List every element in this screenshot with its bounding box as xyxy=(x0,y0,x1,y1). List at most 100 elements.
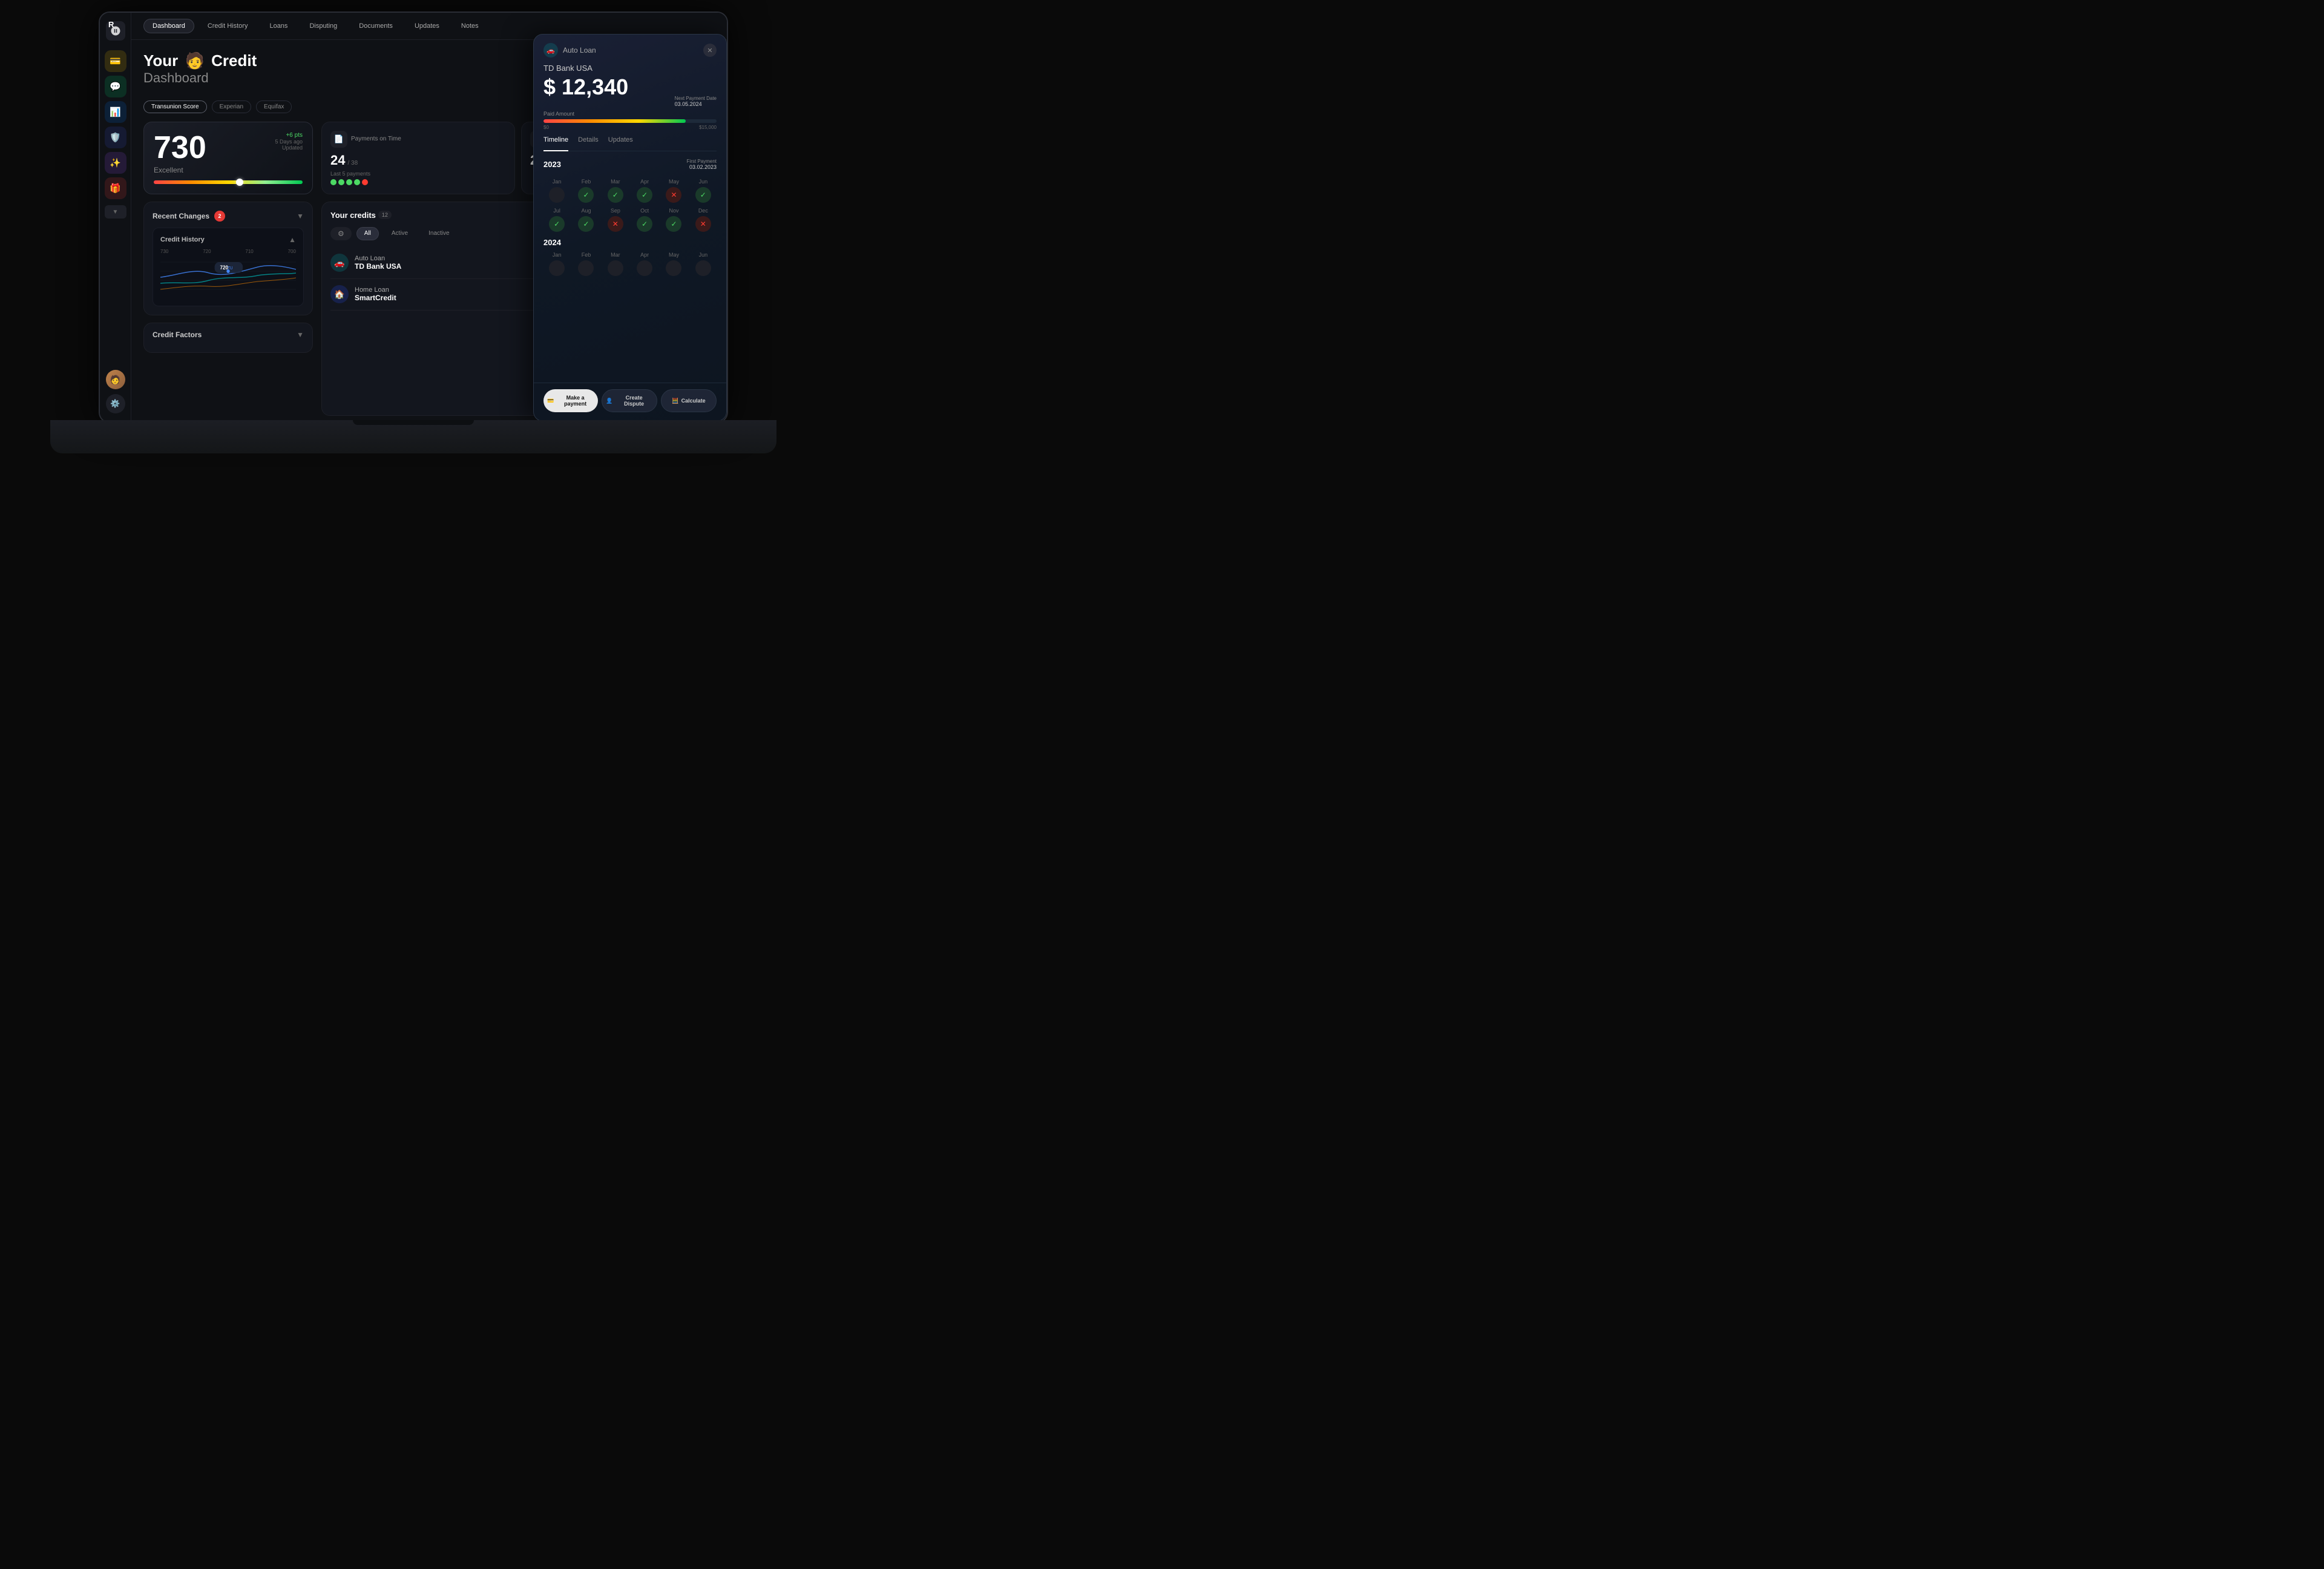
check-jul-2023: ✓ xyxy=(549,216,565,232)
nav-tab-updates[interactable]: Updates xyxy=(406,19,448,33)
recent-changes-card: Recent Changes 2 ▼ Credit History xyxy=(143,202,313,315)
payments-label: Payments on Time xyxy=(351,136,401,142)
credits-tab-inactive[interactable]: Inactive xyxy=(421,227,457,240)
check-dec-2023: ✕ xyxy=(695,216,711,232)
check-nov-2023: ✓ xyxy=(666,216,681,232)
status-row-2: ✓ ✓ ✕ ✓ ✓ ✕ xyxy=(543,216,717,232)
recent-changes-badge: 2 xyxy=(214,211,225,222)
months-header-2024: Jan Feb Mar Apr May Jun xyxy=(543,252,717,258)
credit-factors-card: Credit Factors ▼ xyxy=(143,323,313,353)
chart-label-700: 700 xyxy=(288,249,296,254)
home-loan-icon: 🏠 xyxy=(330,285,349,303)
recent-changes-expand[interactable]: ▼ xyxy=(297,212,304,220)
settings-icon[interactable]: ⚙️ xyxy=(106,394,125,413)
payments-dots-label: Last 5 payments xyxy=(330,171,506,177)
chip-experian[interactable]: Experian xyxy=(212,100,251,113)
page-title: Your 🧑 Credit xyxy=(143,52,257,70)
payment-dots xyxy=(330,179,506,185)
chart-label-730: 730 xyxy=(160,249,168,254)
check-feb-2024 xyxy=(578,260,594,276)
check-may-2023: ✕ xyxy=(666,187,681,203)
check-jan-2023 xyxy=(549,187,565,203)
avatar[interactable]: 🧑 xyxy=(106,370,125,389)
credits-tab-active[interactable]: Active xyxy=(384,227,416,240)
nav-tab-dashboard[interactable]: Dashboard xyxy=(143,19,194,33)
months-header-2: Jul Aug Sep Oct Nov Dec xyxy=(543,208,717,214)
filter-icon-button[interactable]: ⚙ xyxy=(330,227,352,240)
nav-tab-documents[interactable]: Documents xyxy=(350,19,401,33)
make-payment-icon: 💳 xyxy=(547,398,554,404)
progress-start: $0 xyxy=(543,125,549,130)
progress-end: $15,000 xyxy=(699,125,717,130)
overlay-icon: 🚗 xyxy=(543,43,558,58)
nav-tab-loans[interactable]: Loans xyxy=(261,19,296,33)
payments-value: 24 xyxy=(330,153,345,168)
chip-transunion[interactable]: Transunion Score xyxy=(143,100,207,113)
timeline-tab-updates[interactable]: Updates xyxy=(608,136,633,146)
next-payment-label: Next Payment Date xyxy=(675,96,717,101)
laptop-screen: R 💳 💬 📊 🛡️ ✨ 🎁 ▼ xyxy=(99,12,728,423)
nav-tab-disputing[interactable]: Disputing xyxy=(301,19,346,33)
app-logo: R xyxy=(108,20,114,29)
overlay-bank-name: TD Bank USA xyxy=(534,64,726,73)
check-mar-2023: ✓ xyxy=(608,187,623,203)
check-apr-2023: ✓ xyxy=(637,187,652,203)
sidebar-icon-chart[interactable]: 📊 xyxy=(105,101,126,123)
dot-3 xyxy=(346,179,352,185)
sidebar-icon-gift[interactable]: 🎁 xyxy=(105,177,126,199)
dot-1 xyxy=(330,179,336,185)
chip-equifax[interactable]: Equifax xyxy=(256,100,292,113)
sidebar-icon-star[interactable]: ✨ xyxy=(105,152,126,174)
close-button[interactable]: ✕ xyxy=(703,44,717,57)
score-pts: +6 pts xyxy=(275,132,303,139)
recent-changes-title: Recent Changes xyxy=(153,212,209,220)
payments-on-time-card: 📄 Payments on Time 24 / 38 Last 5 paymen… xyxy=(321,122,515,194)
create-dispute-label: Create Dispute xyxy=(615,395,653,407)
credit-factors-title: Credit Factors xyxy=(153,331,202,339)
timeline-tab-details[interactable]: Details xyxy=(578,136,599,146)
make-payment-button[interactable]: 💳 Make a payment xyxy=(543,389,598,412)
auto-loan-icon: 🚗 xyxy=(330,254,349,272)
calculate-button[interactable]: 🧮 Calculate xyxy=(661,389,717,412)
first-payment-2023: First Payment 03.02.2023 xyxy=(687,159,717,170)
score-value: 730 xyxy=(154,132,206,163)
credits-tab-all[interactable]: All xyxy=(356,227,379,240)
create-dispute-button[interactable]: 👤 Create Dispute xyxy=(602,389,657,412)
calculate-icon: 🧮 xyxy=(672,398,678,404)
calculate-label: Calculate xyxy=(681,398,706,404)
nav-tab-credit-history[interactable]: Credit History xyxy=(199,19,257,33)
check-oct-2023: ✓ xyxy=(637,216,652,232)
svg-text:720: 720 xyxy=(220,264,229,271)
check-aug-2023: ✓ xyxy=(578,216,594,232)
credit-factors-expand[interactable]: ▼ xyxy=(297,331,304,339)
score-bar xyxy=(154,180,303,184)
score-updated-sub: Updated xyxy=(275,145,303,151)
next-payment-date: 03.05.2024 xyxy=(675,101,717,107)
laptop-base xyxy=(50,420,776,453)
sidebar-icon-chat[interactable]: 💬 xyxy=(105,76,126,97)
months-header-1: Jan Feb Mar Apr May Jun xyxy=(543,179,717,185)
chart-label-710: 710 xyxy=(245,249,253,254)
chart-label-720: 720 xyxy=(203,249,211,254)
make-payment-label: Make a payment xyxy=(556,395,594,407)
timeline-tab-timeline[interactable]: Timeline xyxy=(543,136,568,151)
payments-icon: 📄 xyxy=(330,131,347,148)
sidebar-icon-shield[interactable]: 🛡️ xyxy=(105,127,126,148)
page-subtitle: Dashboard xyxy=(143,70,257,86)
credit-history-expand[interactable]: ▲ xyxy=(289,235,296,244)
dot-2 xyxy=(338,179,344,185)
progress-fill xyxy=(543,119,686,123)
score-updated: 5 Days ago xyxy=(275,139,303,145)
credit-history-card: Credit History ▲ 730 720 710 xyxy=(153,228,304,306)
credit-history-title: Credit History xyxy=(160,236,205,243)
credit-history-chart: 720 TU 16 Jun xyxy=(160,256,296,298)
dot-5 xyxy=(362,179,368,185)
progress-bar: $0 $15,000 xyxy=(534,119,726,136)
check-jun-2024 xyxy=(695,260,711,276)
check-sep-2023: ✕ xyxy=(608,216,623,232)
sidebar-icon-wallet[interactable]: 💳 xyxy=(105,50,126,72)
sidebar-expand-button[interactable]: ▼ xyxy=(105,205,126,219)
check-feb-2023: ✓ xyxy=(578,187,594,203)
title-emoji: 🧑 xyxy=(185,51,205,70)
nav-tab-notes[interactable]: Notes xyxy=(453,19,487,33)
